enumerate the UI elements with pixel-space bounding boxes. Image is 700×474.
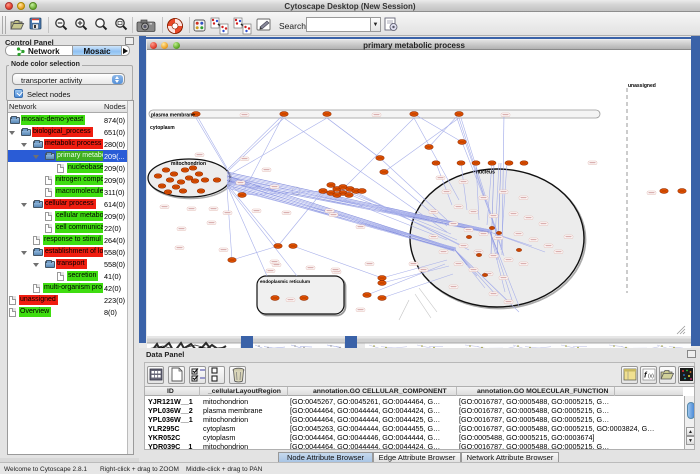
- svg-text:unassigned: unassigned: [628, 83, 656, 89]
- svg-text:plasma membrane: plasma membrane: [151, 113, 195, 119]
- svg-text:mitochondrion: mitochondrion: [171, 161, 206, 167]
- svg-text:endoplasmic reticulum: endoplasmic reticulum: [260, 279, 310, 284]
- svg-text:nucleus: nucleus: [476, 170, 495, 176]
- svg-text:cytoplasm: cytoplasm: [150, 125, 175, 131]
- svg-text:(x): (x): [648, 374, 654, 380]
